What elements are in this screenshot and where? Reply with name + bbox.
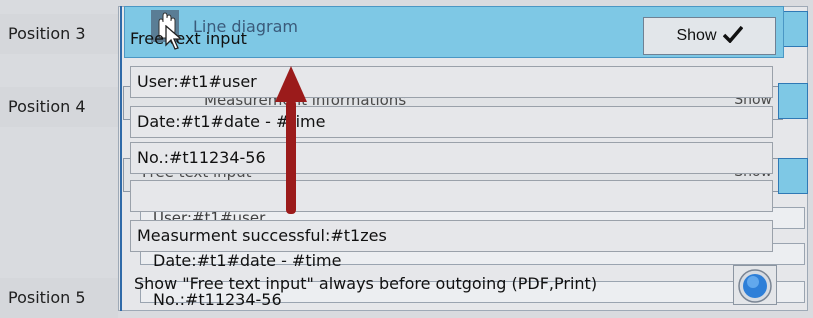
position-4-label: Position 4 — [0, 87, 118, 127]
always-show-toggle[interactable] — [733, 265, 777, 305]
list-border — [120, 6, 122, 311]
number-field[interactable]: No.:#t11234-56 — [130, 142, 773, 174]
free-text-accent — [778, 158, 808, 194]
checkmark-icon — [722, 25, 743, 48]
show-button[interactable]: Show — [643, 17, 776, 55]
cursor-icon — [165, 24, 183, 55]
number-line: No.:#t11234-56 — [153, 290, 282, 309]
radio-icon — [738, 269, 772, 303]
arrow-up-icon — [275, 66, 307, 222]
empty-field[interactable] — [130, 180, 773, 212]
measurement-result-field[interactable]: Measurment successful:#t1zes — [130, 220, 773, 252]
date-field[interactable]: Date:#t1#date - #time — [130, 106, 773, 138]
date-line: Date:#t1#date - #time — [153, 251, 342, 270]
free-text-input-title: Free text input — [130, 29, 247, 48]
position-5-label: Position 5 — [0, 278, 118, 318]
show-button-label: Show — [676, 27, 717, 44]
position-3-label: Position 3 — [0, 14, 118, 54]
user-field[interactable]: User:#t1#user — [130, 66, 773, 98]
position-4-accent — [778, 83, 808, 119]
